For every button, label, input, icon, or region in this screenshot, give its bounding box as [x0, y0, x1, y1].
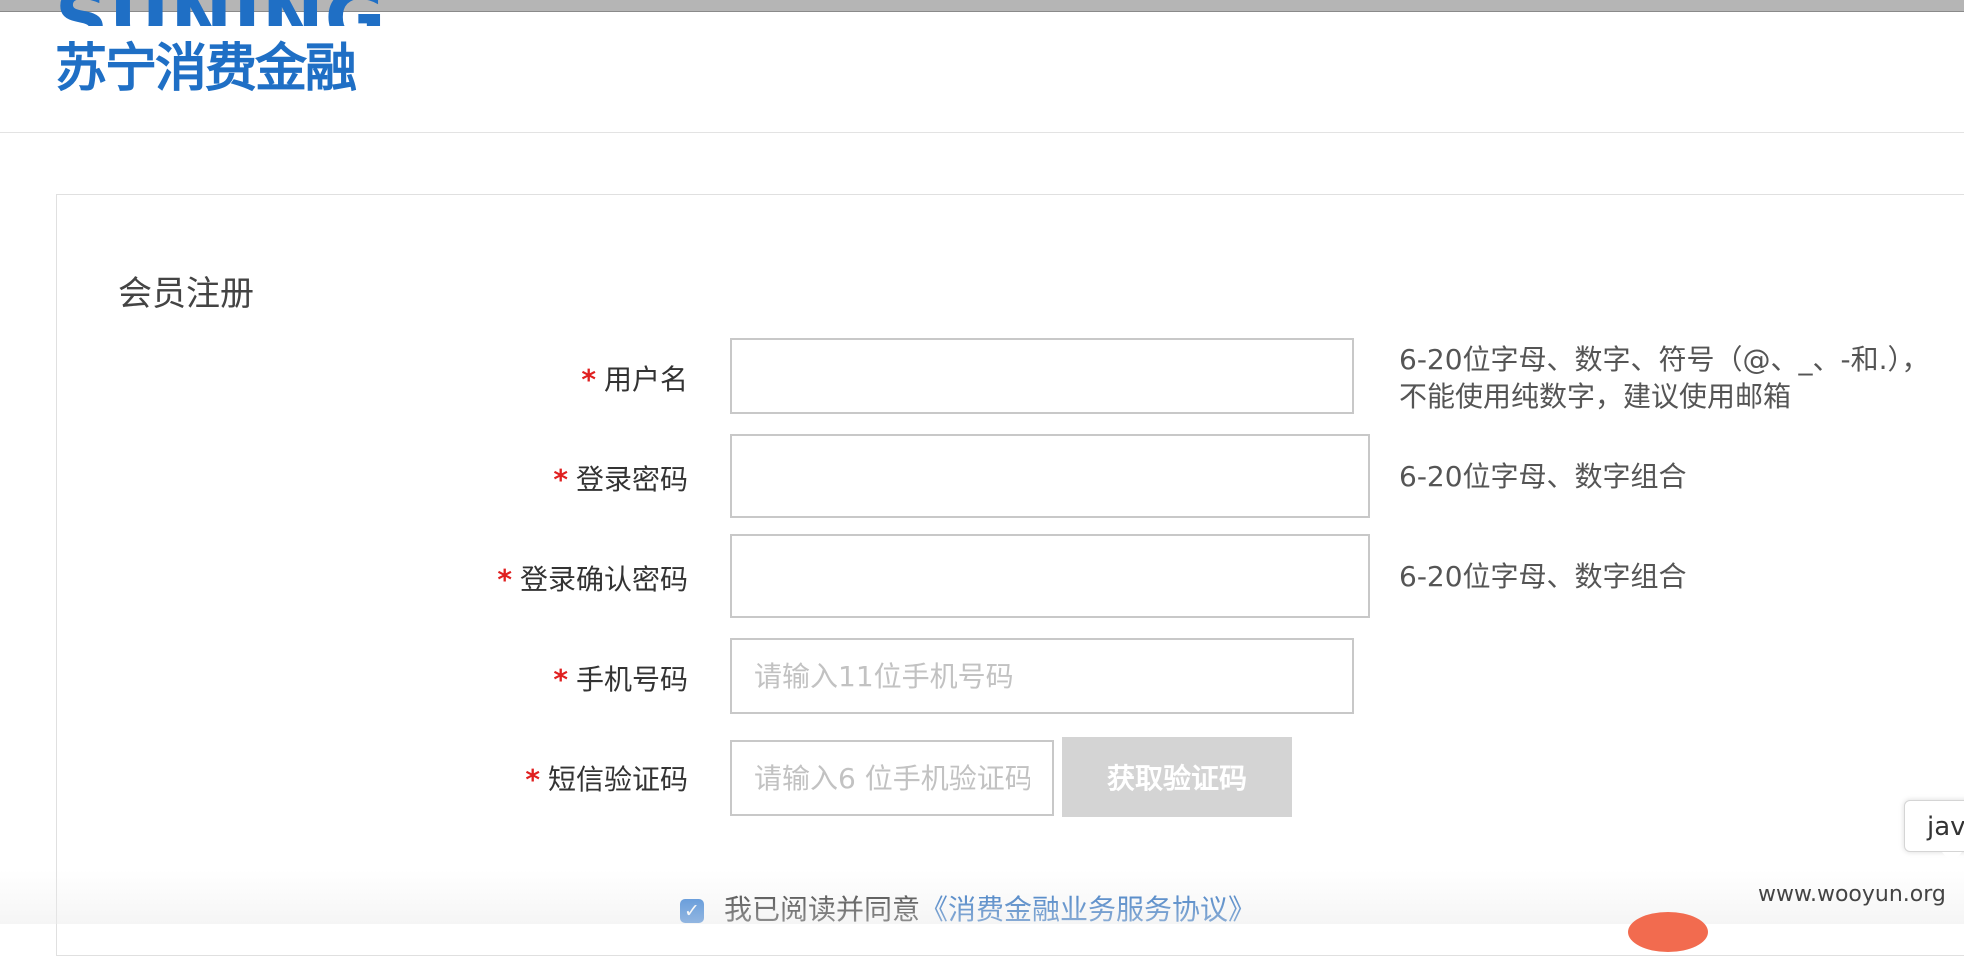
phone-label-text: 手机号码: [575, 663, 688, 696]
required-mark: *: [581, 363, 596, 396]
tooltip-tail: [1942, 852, 1962, 864]
confirm-password-label: * 登录确认密码: [497, 558, 688, 598]
required-mark: *: [497, 563, 512, 596]
username-label-text: 用户名: [603, 363, 688, 396]
agreement-checkbox[interactable]: ✓: [680, 899, 704, 923]
username-label: * 用户名: [581, 358, 688, 398]
phone-label: * 手机号码: [553, 658, 688, 698]
phone-input[interactable]: [730, 638, 1354, 714]
username-hint-line1: 6-20位字母、数字、符号（@、_、-和.），: [1399, 343, 1930, 376]
confirm-password-input[interactable]: [730, 534, 1370, 618]
confirm-password-hint: 6-20位字母、数字组合: [1399, 560, 1687, 593]
password-label-text: 登录密码: [575, 463, 688, 496]
required-mark: *: [525, 763, 540, 796]
username-input[interactable]: [730, 338, 1354, 414]
page-title: 会员注册: [118, 274, 254, 314]
sms-code-label: * 短信验证码: [525, 758, 688, 798]
logo-english-wordmark[interactable]: SUNING: [55, 0, 387, 26]
username-hint-line2: 不能使用纯数字，建议使用邮箱: [1399, 380, 1792, 413]
watermark: www.wooyun.org: [1758, 882, 1946, 907]
password-hint: 6-20位字母、数字组合: [1399, 460, 1687, 493]
password-input[interactable]: [730, 434, 1370, 518]
required-mark: *: [553, 463, 568, 496]
agreement-link[interactable]: 《消费金融业务服务协议》: [920, 893, 1256, 926]
site-header: SUNING 苏宁消费金融: [0, 0, 1964, 133]
sms-code-input[interactable]: [730, 740, 1054, 816]
sms-code-label-text: 短信验证码: [547, 763, 688, 796]
get-sms-code-button[interactable]: 获取验证码: [1062, 737, 1292, 817]
password-label: * 登录密码: [553, 458, 688, 498]
floating-orange-widget[interactable]: [1628, 912, 1708, 952]
tooltip: jav: [1904, 800, 1964, 852]
required-mark: *: [553, 663, 568, 696]
agreement-row: ✓ 我已阅读并同意《消费金融业务服务协议》: [680, 888, 1256, 928]
logo-chinese-wordmark[interactable]: 苏宁消费金融: [55, 38, 357, 100]
agreement-text: 我已阅读并同意: [724, 893, 921, 926]
confirm-password-label-text: 登录确认密码: [519, 563, 688, 596]
